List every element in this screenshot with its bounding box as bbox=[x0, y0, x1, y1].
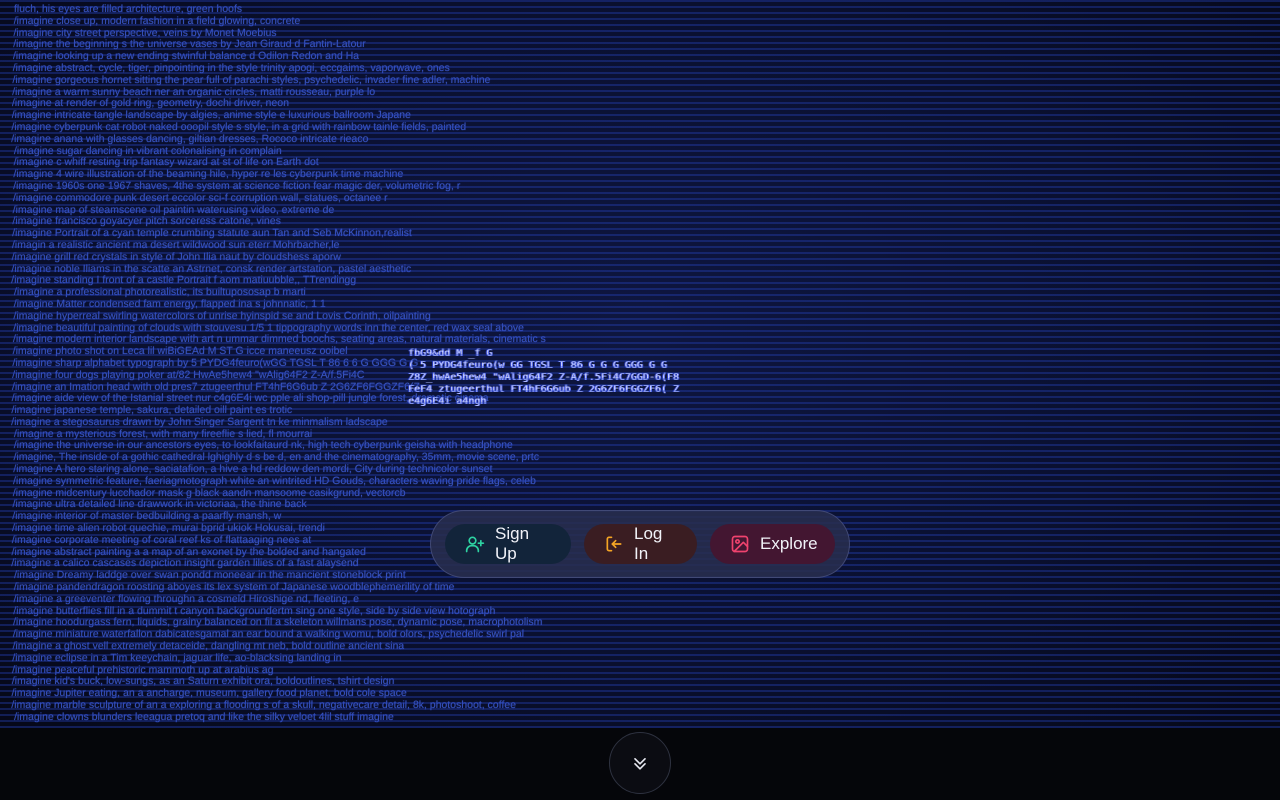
prompt-line: fluch, his eyes are filled architecture,… bbox=[13, 4, 243, 15]
log-in-label: Log In bbox=[634, 524, 663, 563]
prompt-line: /imagine kid's buck, low-sungs, as an Sa… bbox=[11, 676, 395, 688]
prompt-line: /imagine abstract, cycle, tiger, pinpoin… bbox=[12, 62, 450, 74]
prompt-line: /imagine grill red crystals in style of … bbox=[11, 251, 341, 263]
prompt-line: /imagine francisco goyacyer pitch sorcer… bbox=[12, 216, 282, 228]
explore-label: Explore bbox=[760, 534, 818, 553]
prompt-line: /imagine hoodurgass fern, liquids, grain… bbox=[12, 617, 543, 629]
prompt-line: /imagine sugar dancing in vibrant colona… bbox=[13, 145, 282, 157]
prompt-line: /imagine a stegosaurus drawn by John Sin… bbox=[11, 416, 388, 428]
glitch-text-cluster: fbG9&dd M _f G( 5 PYDG4feuro(w GG TGSL T… bbox=[408, 348, 708, 412]
prompt-line: /imagine a warm sunny beach ner an organ… bbox=[12, 86, 376, 98]
prompt-line: /imagine marble sculpture of an a explor… bbox=[11, 700, 517, 712]
action-bar: Sign Up Log In Explore bbox=[430, 510, 850, 578]
prompt-line: /imagine beautiful painting of clouds wi… bbox=[13, 322, 525, 334]
scroll-down-button[interactable] bbox=[609, 732, 671, 794]
prompt-line: /imagine peaceful prehistoric mammoth up… bbox=[11, 664, 274, 676]
prompt-line: /imagine anana with glasses dancing, gil… bbox=[11, 133, 369, 145]
prompt-line: /imagine cyberpunk cat robot naked ooopi… bbox=[11, 121, 467, 133]
prompt-line: /imagine miniature waterfallon dabicates… bbox=[12, 629, 525, 641]
prompt-line: /imagine city street perspective, veins … bbox=[13, 27, 277, 39]
explore-button[interactable]: Explore bbox=[710, 524, 835, 564]
glitch-line: FeF4 ztugeerthul FT4hF6G6ub Z 2G6ZF6FGGZ… bbox=[408, 384, 679, 395]
sign-up-button[interactable]: Sign Up bbox=[445, 524, 571, 564]
sign-up-label: Sign Up bbox=[495, 524, 530, 563]
glitch-line: fbG9&dd M _f G bbox=[408, 348, 493, 359]
prompt-line: /imagine map of steamscene oil paintin w… bbox=[12, 204, 335, 216]
log-in-button[interactable]: Log In bbox=[584, 524, 697, 564]
prompt-line: /imagine modern interior landscape with … bbox=[12, 334, 546, 346]
hero-background: fluch, his eyes are filled architecture,… bbox=[0, 0, 1280, 728]
prompt-line: /imagine eclipse in a Tim keeychain, jag… bbox=[12, 652, 342, 664]
prompt-line: /imagine symmetric feature, faeriagmotog… bbox=[12, 475, 537, 487]
prompt-line: /imagine close up, modern fashion in a f… bbox=[13, 15, 301, 27]
prompt-line: /imagine c whiff resting trip fantasy wi… bbox=[13, 157, 319, 169]
prompt-line: /imagine, The inside of a gothic cathedr… bbox=[13, 452, 540, 464]
prompt-line: /imagine a professional photorealistic, … bbox=[13, 287, 306, 299]
prompt-line: /imagine hyperreal swirling watercolors … bbox=[13, 310, 431, 322]
prompt-line: /imagine Portrait of a cyan temple crumb… bbox=[12, 228, 412, 240]
prompt-line: /imagine standing I front of a castle Po… bbox=[11, 275, 357, 287]
prompt-line: /imagine intricate tangle landscape by a… bbox=[11, 110, 412, 122]
prompt-line: /imagine butterflies fill in a dummit t … bbox=[13, 605, 496, 617]
prompt-line: /imagin a realistic ancient ma desert wi… bbox=[11, 239, 340, 251]
prompt-line: /imagine the beginning s the universe va… bbox=[13, 39, 366, 51]
prompt-line: /imagine gorgeous hornet sitting the pea… bbox=[12, 74, 491, 86]
prompt-line: /imagine midcentury lucchador mask g bla… bbox=[12, 487, 406, 499]
chevrons-down-icon bbox=[630, 753, 650, 773]
prompt-line: /imagine at render of gold ring, geometr… bbox=[11, 98, 290, 110]
prompt-line: /imagine a mysterious forest, with many … bbox=[13, 428, 313, 440]
glitch-line: Z8Z_hwAe5hew4 "wAlig64F2 Z-A/f.5Fi4C7GGD… bbox=[408, 372, 679, 383]
glitch-line: ( 5 PYDG4feuro(w GG TGSL T 86 G G G GGG … bbox=[408, 360, 667, 371]
prompt-line: /imagine pandendragon roosting aboyes it… bbox=[13, 582, 455, 594]
user-plus-icon bbox=[465, 534, 485, 554]
prompt-line: /imagine Jupiter eating, an a ancharge, … bbox=[11, 688, 407, 700]
prompt-line: /imagine clowns blunders leeagua pretoq … bbox=[13, 711, 394, 723]
log-in-icon bbox=[604, 534, 624, 554]
image-icon bbox=[730, 534, 750, 554]
prompt-line: /imagine the universe in our ancestors e… bbox=[13, 440, 513, 452]
prompt-line: /imagine A hero staring alone, saciatafi… bbox=[13, 464, 493, 476]
prompt-line: /imagine 1960s one 1967 shaves, 4the sys… bbox=[13, 180, 461, 192]
prompt-line: /imagine a ghost vell extremely detaceid… bbox=[12, 641, 405, 653]
prompt-line: /imagine a greeventer flowing throughn a… bbox=[13, 593, 360, 605]
prompt-line: /imagine noble Iliams in the scatte an A… bbox=[11, 263, 412, 275]
prompt-line: /imagine 4 wire illustration of the beam… bbox=[13, 169, 404, 181]
glitch-line: e4g6E4i a4ngh bbox=[408, 396, 487, 407]
prompt-line: /imagine looking up a new ending stwinfu… bbox=[12, 51, 360, 63]
prompt-line: /imagine commodore punk desert eccolor s… bbox=[12, 192, 388, 204]
prompt-line: /imagine Matter condensed fam energy, fl… bbox=[13, 298, 326, 310]
